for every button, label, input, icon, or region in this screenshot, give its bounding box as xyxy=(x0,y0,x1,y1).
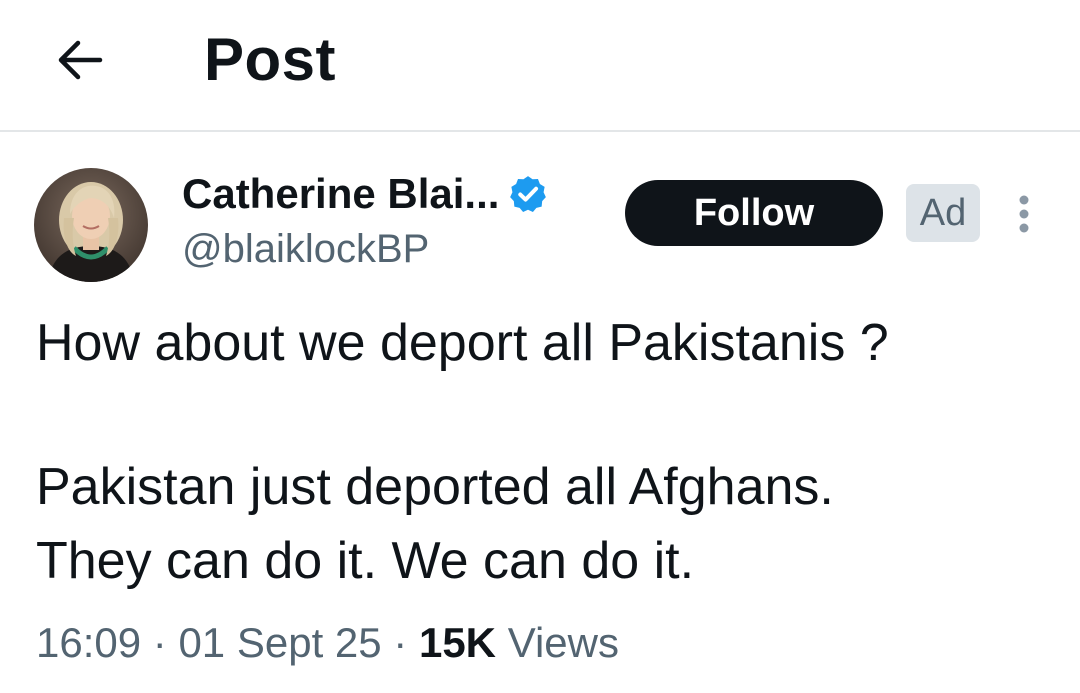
views-count: 15K xyxy=(418,619,497,666)
author-display-name[interactable]: Catherine Blai... xyxy=(182,166,499,222)
arrow-left-icon xyxy=(58,40,103,80)
post-date[interactable]: 01 Sept 25 xyxy=(178,619,381,666)
avatar[interactable] xyxy=(34,168,148,282)
post-text-line: Pakistan just deported all Afghans. xyxy=(36,458,834,516)
top-app-bar: Post xyxy=(0,0,1080,132)
author-name-row: Catherine Blai... xyxy=(182,166,551,222)
author-handle[interactable]: @blaiklockBP xyxy=(182,222,429,276)
page-title: Post xyxy=(204,26,337,93)
separator: · xyxy=(393,619,408,666)
ad-badge: Ad xyxy=(906,184,980,242)
views-label: Views xyxy=(507,619,619,666)
separator: · xyxy=(152,619,167,666)
post-metadata: 16:09 · 01 Sept 25 · 15K Views xyxy=(36,612,619,674)
back-button[interactable] xyxy=(50,30,110,90)
avatar-image xyxy=(34,168,148,282)
post-text-line: How about we deport all Pakistanis ? xyxy=(36,314,889,372)
post-text-line: They can do it. We can do it. xyxy=(36,532,695,590)
more-vertical-icon xyxy=(1019,195,1029,233)
verified-badge-icon xyxy=(507,172,551,216)
more-options-button[interactable] xyxy=(1004,190,1044,238)
post-time[interactable]: 16:09 xyxy=(36,619,141,666)
follow-button[interactable]: Follow xyxy=(625,180,883,246)
